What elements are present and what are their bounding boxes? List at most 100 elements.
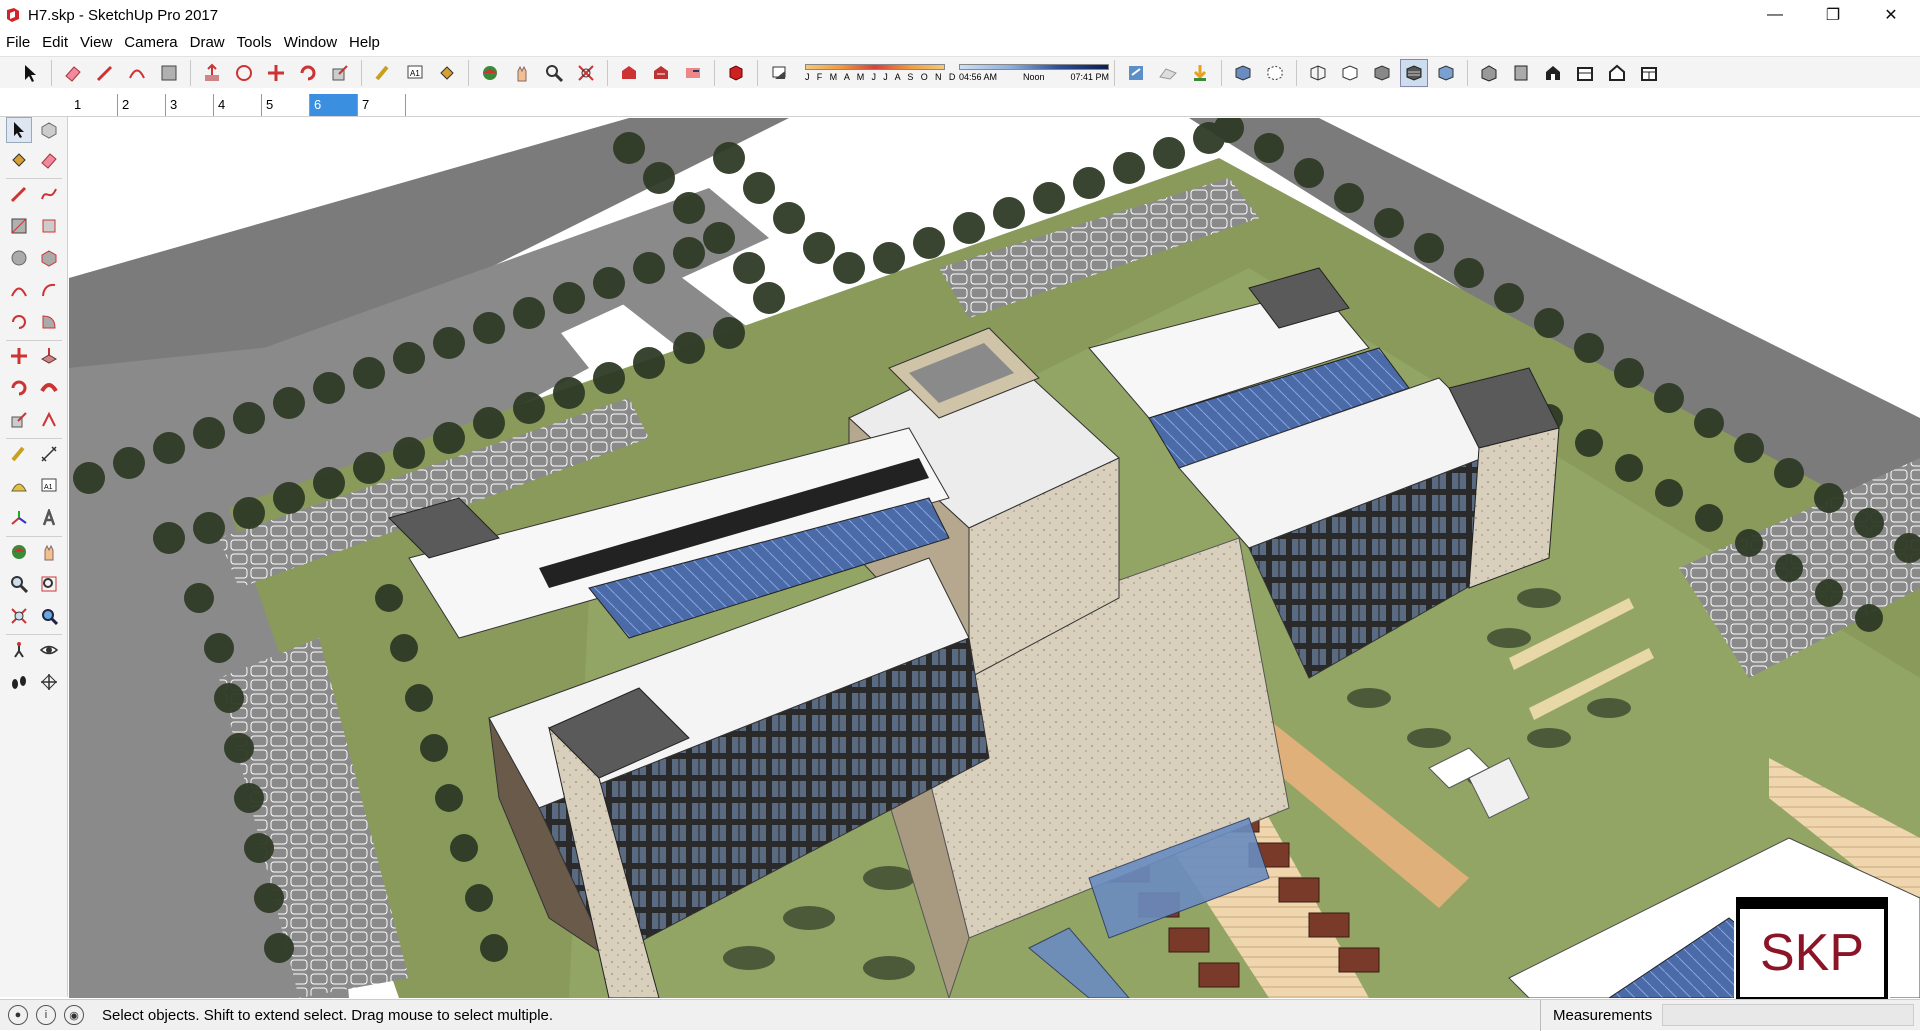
polygon-icon[interactable] — [36, 245, 62, 271]
paint-bucket-icon[interactable] — [433, 59, 461, 87]
zoom-icon[interactable] — [6, 571, 32, 597]
orbit-icon[interactable] — [476, 59, 504, 87]
push-pull-icon[interactable] — [198, 59, 226, 87]
geolocation-icon[interactable]: ● — [8, 1005, 28, 1025]
rectangle-tool-icon[interactable] — [155, 59, 183, 87]
text-tool-icon[interactable]: A1 — [401, 59, 429, 87]
section-plane-icon[interactable] — [36, 669, 62, 695]
offset-icon[interactable] — [36, 407, 62, 433]
scene-tab[interactable]: 7 — [358, 94, 406, 116]
menu-camera[interactable]: Camera — [118, 30, 183, 55]
shadow-month-slider[interactable]: J F M A M J J A S O N D — [805, 63, 955, 82]
share-model-icon[interactable] — [647, 59, 675, 87]
credits-info-icon[interactable]: i — [36, 1005, 56, 1025]
view-back-icon[interactable] — [1603, 59, 1631, 87]
push-pull-icon[interactable] — [36, 343, 62, 369]
previous-view-icon[interactable] — [36, 603, 62, 629]
zoom-extents-icon[interactable] — [572, 59, 600, 87]
arc-tool-icon[interactable] — [123, 59, 151, 87]
line-icon[interactable] — [6, 181, 32, 207]
scene-tab[interactable]: 1 — [70, 94, 118, 116]
shadow-time-slider[interactable]: 04:56 AM Noon 07:41 PM — [959, 63, 1109, 82]
style-backedges-icon[interactable] — [1261, 59, 1289, 87]
zoom-window-icon[interactable] — [36, 571, 62, 597]
paint-bucket-icon[interactable] — [6, 147, 32, 173]
view-front-icon[interactable] — [1539, 59, 1567, 87]
freehand-icon[interactable] — [36, 181, 62, 207]
protractor-icon[interactable] — [6, 473, 32, 499]
menu-file[interactable]: File — [0, 30, 36, 55]
eraser-icon[interactable] — [59, 59, 87, 87]
position-camera-icon[interactable] — [6, 637, 32, 663]
scene-tab[interactable]: 2 — [118, 94, 166, 116]
eraser-icon[interactable] — [36, 147, 62, 173]
follow-me-icon[interactable] — [36, 375, 62, 401]
style-hidden-line-icon[interactable] — [1336, 59, 1364, 87]
model-viewport[interactable] — [69, 118, 1920, 998]
view-left-icon[interactable] — [1635, 59, 1663, 87]
menu-draw[interactable]: Draw — [184, 30, 231, 55]
select-icon[interactable] — [6, 117, 32, 143]
style-xray-icon[interactable] — [1229, 59, 1257, 87]
zoom-extents-icon[interactable] — [6, 603, 32, 629]
pan-icon[interactable] — [36, 539, 62, 565]
move-icon[interactable] — [262, 59, 290, 87]
look-around-icon[interactable] — [36, 637, 62, 663]
circle-icon[interactable] — [6, 245, 32, 271]
3d-text-icon[interactable] — [36, 505, 62, 531]
two-point-arc-icon[interactable] — [36, 277, 62, 303]
menu-help[interactable]: Help — [343, 30, 386, 55]
close-button[interactable]: ✕ — [1862, 0, 1920, 30]
view-iso-icon[interactable] — [1475, 59, 1503, 87]
dimension-icon[interactable] — [36, 441, 62, 467]
text-icon[interactable]: A1 — [36, 473, 62, 499]
walk-icon[interactable] — [6, 669, 32, 695]
style-monochrome-icon[interactable] — [1432, 59, 1460, 87]
scene-tab-active[interactable]: 6 — [310, 94, 358, 116]
3d-warehouse-icon[interactable] — [615, 59, 643, 87]
style-shaded-icon[interactable] — [1368, 59, 1396, 87]
rectangle-icon[interactable] — [6, 213, 32, 239]
zoom-icon[interactable] — [540, 59, 568, 87]
menu-view[interactable]: View — [74, 30, 118, 55]
month-slider-track[interactable] — [805, 63, 945, 70]
user-account-icon[interactable]: ◉ — [64, 1005, 84, 1025]
axes-icon[interactable] — [6, 505, 32, 531]
scale-icon[interactable] — [6, 407, 32, 433]
shadows-toggle-icon[interactable] — [765, 59, 793, 87]
time-slider-track[interactable] — [959, 63, 1109, 70]
extension-manager-icon[interactable] — [722, 59, 750, 87]
scale-icon[interactable] — [326, 59, 354, 87]
extension-warehouse-icon[interactable] — [679, 59, 707, 87]
menu-edit[interactable]: Edit — [36, 30, 74, 55]
scene-tab[interactable]: 4 — [214, 94, 262, 116]
line-tool-icon[interactable] — [91, 59, 119, 87]
orbit-icon[interactable] — [6, 539, 32, 565]
photo-texture-icon[interactable] — [1186, 59, 1214, 87]
maximize-button[interactable]: ❐ — [1804, 0, 1862, 30]
style-wireframe-icon[interactable] — [1304, 59, 1332, 87]
offset-icon[interactable] — [230, 59, 258, 87]
pan-icon[interactable] — [508, 59, 536, 87]
show-terrain-icon[interactable] — [1154, 59, 1182, 87]
make-component-icon[interactable] — [36, 117, 62, 143]
three-point-arc-icon[interactable] — [6, 309, 32, 335]
view-right-icon[interactable] — [1571, 59, 1599, 87]
pie-icon[interactable] — [36, 309, 62, 335]
scene-tab[interactable]: 3 — [166, 94, 214, 116]
style-shaded-textures-icon[interactable] — [1400, 58, 1428, 87]
move-icon[interactable] — [6, 343, 32, 369]
scene-tab[interactable]: 5 — [262, 94, 310, 116]
minimize-button[interactable]: — — [1746, 0, 1804, 30]
menu-window[interactable]: Window — [278, 30, 343, 55]
rotate-icon[interactable] — [294, 59, 322, 87]
tape-measure-icon[interactable] — [6, 441, 32, 467]
measurements-input[interactable] — [1662, 1004, 1914, 1026]
menu-tools[interactable]: Tools — [231, 30, 278, 55]
rotated-rectangle-icon[interactable] — [36, 213, 62, 239]
select-tool-icon[interactable] — [16, 59, 44, 87]
arc-icon[interactable] — [6, 277, 32, 303]
tape-measure-icon[interactable] — [369, 59, 397, 87]
add-location-icon[interactable] — [1122, 59, 1150, 87]
rotate-icon[interactable] — [6, 375, 32, 401]
